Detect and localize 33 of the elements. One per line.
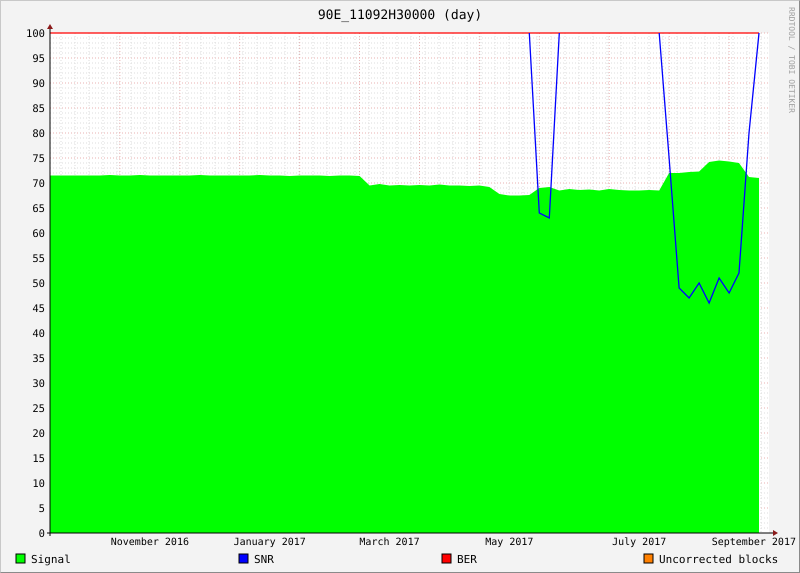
y-tick-label: 40 xyxy=(32,328,45,340)
y-tick-label: 70 xyxy=(32,178,45,190)
x-tick-label: January 2017 xyxy=(234,537,306,548)
legend-label: SNR xyxy=(254,553,274,566)
y-tick-label: 25 xyxy=(32,403,45,415)
legend-label: Uncorrected blocks xyxy=(659,553,778,566)
y-tick-label: 85 xyxy=(32,103,45,115)
y-tick-label: 35 xyxy=(32,353,45,365)
y-tick-label: 95 xyxy=(32,53,45,65)
y-tick-label: 15 xyxy=(32,453,45,465)
y-tick-label: 65 xyxy=(32,203,45,215)
y-tick-label: 60 xyxy=(32,228,45,240)
chart-title: 90E_11092H30000 (day) xyxy=(318,8,482,23)
legend-label: Signal xyxy=(31,553,71,566)
y-tick-label: 5 xyxy=(38,503,45,515)
legend-label: BER xyxy=(457,553,477,566)
x-tick-label: July 2017 xyxy=(612,537,666,548)
y-tick-label: 20 xyxy=(32,428,45,440)
y-tick-label: 10 xyxy=(32,478,45,490)
y-tick-label: 80 xyxy=(32,128,45,140)
y-tick-label: 75 xyxy=(32,153,45,165)
credit-label: RRDTOOL / TOBI OETIKER xyxy=(787,7,796,113)
x-tick-label: May 2017 xyxy=(485,537,534,548)
y-tick-label: 30 xyxy=(32,378,45,390)
x-tick-label: March 2017 xyxy=(359,537,420,548)
y-tick-label: 50 xyxy=(32,278,45,290)
y-tick-label: 100 xyxy=(26,28,45,40)
y-tick-label: 45 xyxy=(32,303,45,315)
x-tick-label: September 2017 xyxy=(712,537,796,548)
x-tick-label: November 2016 xyxy=(110,537,189,548)
y-tick-label: 90 xyxy=(32,78,45,90)
y-tick-label: 55 xyxy=(32,253,45,265)
y-tick-label: 0 xyxy=(38,528,45,540)
